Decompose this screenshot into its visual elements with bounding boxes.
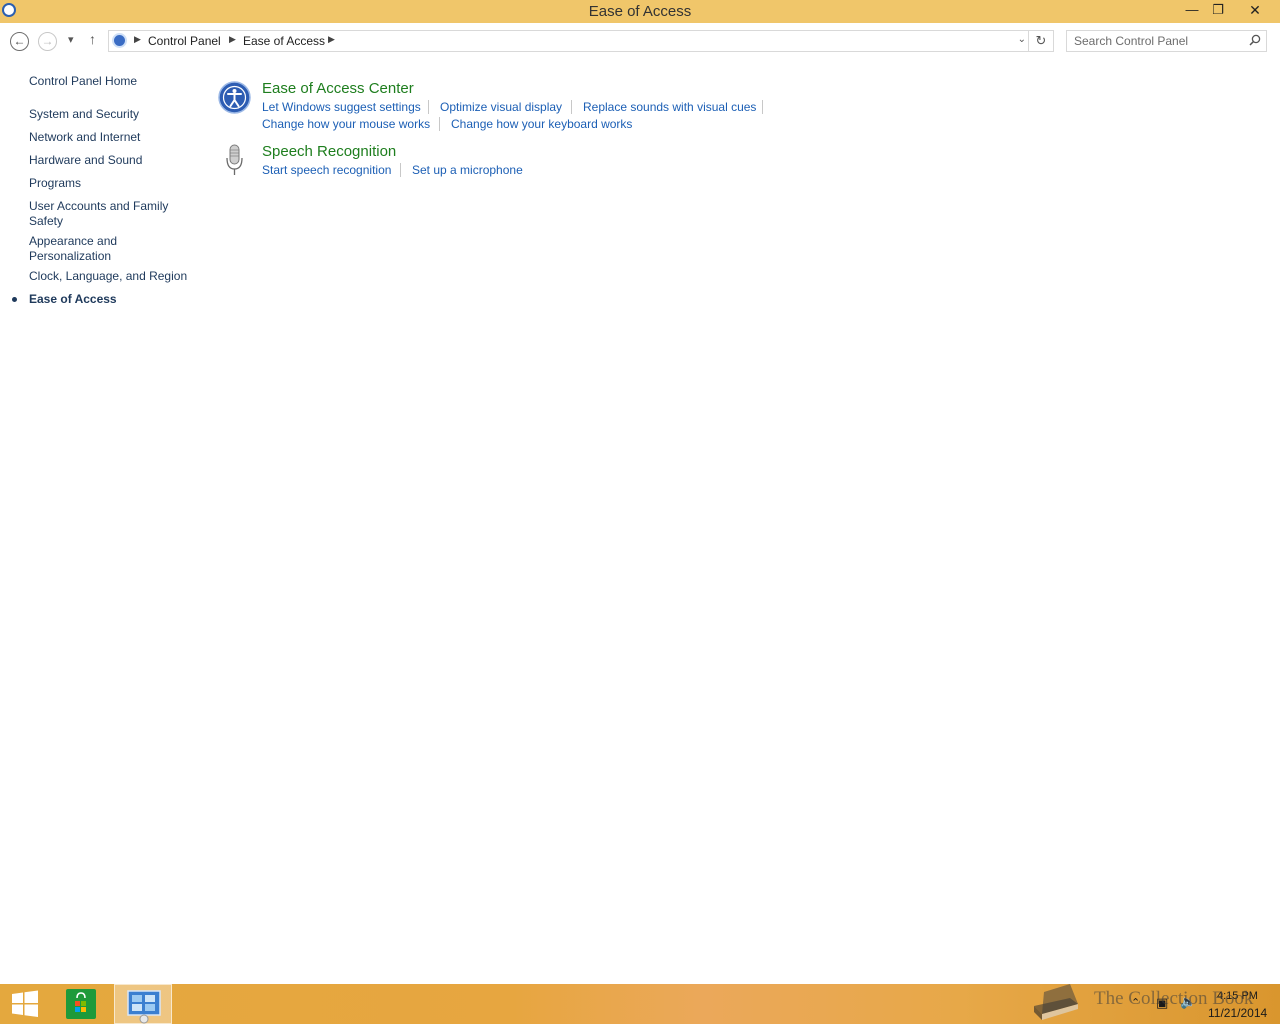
sidebar-item-user-accounts[interactable]: User Accounts and Family Safety — [29, 199, 179, 229]
breadcrumb-separator-icon[interactable]: ▶ — [328, 34, 335, 45]
recent-locations-chevron-icon[interactable]: ▾ — [68, 33, 74, 46]
search-icon[interactable] — [1249, 34, 1261, 46]
task-divider — [571, 100, 572, 114]
breadcrumb-separator-icon[interactable]: ▶ — [229, 34, 236, 45]
control-panel-taskbar-button[interactable] — [114, 984, 172, 1024]
control-panel-icon — [112, 33, 127, 48]
replace-sounds-with-visual-cues-link[interactable]: Replace sounds with visual cues — [583, 100, 756, 114]
address-toolbar: ← → ▾ ↑ ▶ Control Panel ▶ Ease of Access… — [0, 23, 1280, 59]
sidebar-item-programs[interactable]: Programs — [29, 176, 194, 191]
up-arrow-icon[interactable]: ↑ — [89, 31, 96, 47]
task-divider — [428, 100, 429, 114]
task-divider — [439, 117, 440, 131]
ease-of-access-icon[interactable] — [218, 81, 251, 114]
refresh-button[interactable]: ↻ — [1029, 30, 1054, 52]
microphone-icon[interactable] — [218, 144, 251, 177]
back-button[interactable]: ← — [10, 32, 29, 51]
current-item-bullet-icon — [12, 297, 17, 302]
store-icon[interactable] — [66, 989, 96, 1019]
speech-recognition-link[interactable]: Speech Recognition — [262, 143, 396, 160]
change-mouse-works-link[interactable]: Change how your mouse works — [262, 117, 430, 131]
restore-button[interactable]: ❐ — [1204, 0, 1232, 22]
breadcrumb-ease-of-access[interactable]: Ease of Access — [243, 34, 325, 48]
search-box[interactable] — [1066, 30, 1267, 52]
sidebar-item-ease-of-access[interactable]: Ease of Access — [29, 292, 194, 307]
task-divider — [400, 163, 401, 177]
ease-of-access-center-link[interactable]: Ease of Access Center — [262, 80, 414, 97]
search-input[interactable] — [1067, 31, 1242, 51]
forward-button[interactable]: → — [38, 32, 57, 51]
breadcrumb-separator-icon[interactable]: ▶ — [134, 34, 141, 45]
optimize-visual-display-link[interactable]: Optimize visual display — [440, 100, 562, 114]
address-dropdown-chevron-icon[interactable]: ⌄ — [1018, 34, 1026, 45]
window-title: Ease of Access — [588, 3, 692, 20]
task-divider — [762, 100, 763, 114]
title-bar: Ease of Access — ❐ ✕ — [0, 0, 1280, 23]
watermark-text: The Collection Book — [1094, 988, 1254, 1009]
sidebar-item-system-and-security[interactable]: System and Security — [29, 107, 194, 122]
minimize-button[interactable]: — — [1178, 0, 1206, 22]
windows-start-icon[interactable] — [10, 990, 40, 1018]
set-up-microphone-link[interactable]: Set up a microphone — [412, 163, 523, 177]
breadcrumb-control-panel[interactable]: Control Panel — [148, 34, 221, 48]
start-speech-recognition-link[interactable]: Start speech recognition — [262, 163, 391, 177]
control-panel-home-link[interactable]: Control Panel Home — [29, 74, 194, 89]
close-button[interactable]: ✕ — [1232, 0, 1278, 22]
address-bar[interactable]: ▶ Control Panel ▶ Ease of Access ▶ ⌄ — [108, 30, 1029, 52]
sidebar-item-hardware-and-sound[interactable]: Hardware and Sound — [29, 153, 194, 168]
let-windows-suggest-settings-link[interactable]: Let Windows suggest settings — [262, 100, 421, 114]
change-keyboard-works-link[interactable]: Change how your keyboard works — [451, 117, 632, 131]
sidebar-item-clock-language-region[interactable]: Clock, Language, and Region — [29, 269, 194, 284]
sidebar-item-appearance[interactable]: Appearance and Personalization — [29, 234, 129, 264]
sidebar-item-network-and-internet[interactable]: Network and Internet — [29, 130, 194, 145]
